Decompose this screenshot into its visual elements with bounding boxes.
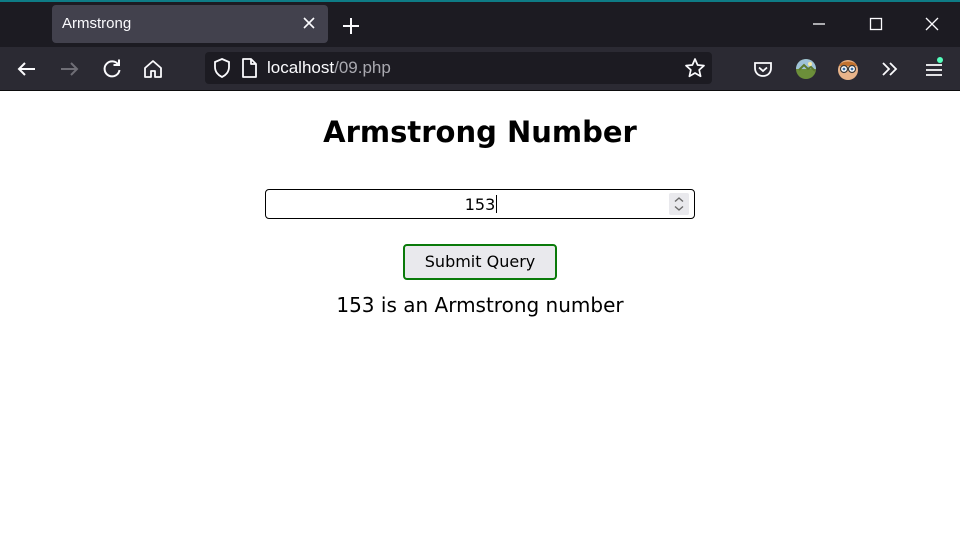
- url-text[interactable]: localhost/09.php: [267, 58, 391, 78]
- tab-title: Armstrong: [62, 15, 132, 32]
- pocket-icon[interactable]: [750, 56, 776, 82]
- extension-landscape-icon[interactable]: [793, 56, 819, 82]
- new-tab-icon[interactable]: [340, 15, 362, 37]
- tab-close-icon[interactable]: [300, 14, 318, 32]
- minimize-icon[interactable]: [807, 12, 831, 36]
- page-title: Armstrong Number: [323, 115, 637, 149]
- overflow-chevrons-icon[interactable]: [877, 56, 903, 82]
- extension-face-icon[interactable]: [835, 56, 861, 82]
- back-arrow-icon[interactable]: [14, 56, 40, 82]
- number-input-value: 153: [464, 195, 496, 214]
- url-host: localhost: [267, 58, 335, 77]
- text-caret: [496, 195, 498, 213]
- address-bar[interactable]: localhost/09.php: [205, 52, 712, 84]
- submit-button[interactable]: Submit Query: [403, 244, 557, 280]
- window-close-icon[interactable]: [920, 12, 944, 36]
- home-icon[interactable]: [140, 56, 166, 82]
- page-content: Armstrong Number 153 Submit Query 153 is…: [0, 91, 960, 540]
- navigation-toolbar: localhost/09.php: [0, 47, 960, 91]
- number-spinner-icon[interactable]: [669, 193, 689, 215]
- url-path: /09.php: [334, 58, 391, 77]
- browser-tab[interactable]: Armstrong: [52, 5, 328, 43]
- browser-titlebar: Armstrong: [0, 0, 960, 47]
- number-input[interactable]: 153: [265, 189, 695, 219]
- shield-icon[interactable]: [210, 56, 234, 80]
- forward-arrow-icon[interactable]: [56, 56, 82, 82]
- number-input-value-wrap: 153: [266, 195, 696, 214]
- page-icon[interactable]: [238, 56, 260, 80]
- menu-hamburger-icon[interactable]: [921, 56, 947, 82]
- bookmark-star-icon[interactable]: [683, 56, 707, 80]
- reload-icon[interactable]: [99, 56, 125, 82]
- maximize-icon[interactable]: [864, 12, 888, 36]
- result-text: 153 is an Armstrong number: [336, 293, 624, 317]
